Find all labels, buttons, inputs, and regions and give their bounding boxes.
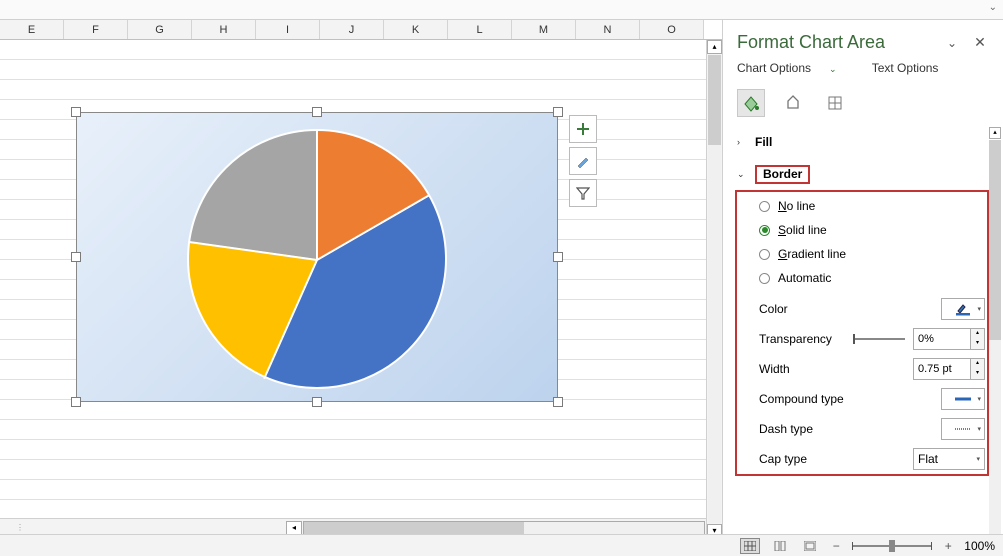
chevron-down-icon: ▾ xyxy=(977,425,981,433)
resize-handle[interactable] xyxy=(553,252,563,262)
col-header[interactable]: K xyxy=(384,20,448,39)
worksheet-area: E F G H I J K L M N O xyxy=(0,20,723,556)
dash-type-picker[interactable]: ▾ xyxy=(941,418,985,440)
col-header[interactable]: H xyxy=(192,20,256,39)
radio-label: o line xyxy=(787,199,816,213)
cap-type-select[interactable]: Flat ▾ xyxy=(913,448,985,470)
sheet-tabs-overflow: ⋮ xyxy=(0,523,286,532)
col-header[interactable]: I xyxy=(256,20,320,39)
scroll-up-icon[interactable]: ▴ xyxy=(707,40,722,54)
close-icon[interactable]: ✕ xyxy=(971,34,989,51)
col-header[interactable]: F xyxy=(64,20,128,39)
chevron-down-icon[interactable]: ⌄ xyxy=(943,36,961,50)
dash-label: Dash type xyxy=(759,422,941,436)
scroll-thumb[interactable] xyxy=(708,55,721,145)
border-label: Border xyxy=(763,167,802,181)
radio-icon xyxy=(759,201,770,212)
resize-handle[interactable] xyxy=(553,397,563,407)
radio-automatic[interactable]: Automatic xyxy=(759,266,985,290)
border-section-header[interactable]: ⌄ Border xyxy=(737,161,987,188)
zoom-in-button[interactable]: + xyxy=(942,539,954,553)
radio-icon xyxy=(759,225,770,236)
scroll-left-icon[interactable]: ◂ xyxy=(286,521,302,535)
chevron-down-icon[interactable]: ⌄ xyxy=(989,2,997,13)
width-input[interactable]: 0.75 pt xyxy=(913,358,971,380)
chevron-right-icon: › xyxy=(737,137,749,147)
compound-label: Compound type xyxy=(759,392,941,406)
radio-no-line[interactable]: No line xyxy=(759,194,985,218)
formula-bar-collapsed: ⌄ xyxy=(0,0,1003,20)
border-options-highlight: No line Solid line Gradient line Au xyxy=(735,190,989,476)
col-header[interactable]: L xyxy=(448,20,512,39)
chevron-down-icon: ⌄ xyxy=(737,169,749,180)
chart-styles-button[interactable] xyxy=(569,147,597,175)
chevron-down-icon: ▾ xyxy=(977,305,981,313)
radio-label: olid line xyxy=(786,223,827,237)
resize-handle[interactable] xyxy=(553,107,563,117)
col-header[interactable]: G xyxy=(128,20,192,39)
cap-label: Cap type xyxy=(759,452,913,466)
resize-handle[interactable] xyxy=(312,397,322,407)
radio-gradient-line[interactable]: Gradient line xyxy=(759,242,985,266)
width-label: Width xyxy=(759,362,913,376)
status-bar: − + 100% xyxy=(0,534,1003,556)
fill-section-header[interactable]: › Fill xyxy=(737,131,987,153)
scroll-thumb[interactable] xyxy=(304,522,524,534)
format-pane: Format Chart Area ⌄ ✕ Chart Options⌄ Tex… xyxy=(723,20,1003,556)
size-category-icon[interactable] xyxy=(821,89,849,117)
fill-label: Fill xyxy=(755,135,772,149)
tab-chart-options[interactable]: Chart Options⌄ xyxy=(737,61,853,75)
embedded-chart[interactable] xyxy=(76,112,558,402)
column-headers: E F G H I J K L M N O xyxy=(0,20,722,40)
pane-scrollbar[interactable]: ▴ ▾ xyxy=(989,127,1001,556)
spinner[interactable]: ▴▾ xyxy=(971,358,985,380)
zoom-out-button[interactable]: − xyxy=(830,539,842,553)
effects-category-icon[interactable] xyxy=(779,89,807,117)
color-label: Color xyxy=(759,302,941,316)
page-break-button[interactable] xyxy=(800,538,820,554)
tab-text-options[interactable]: Text Options xyxy=(872,61,939,75)
zoom-slider[interactable] xyxy=(852,545,932,547)
horizontal-scrollbar[interactable]: ◂ ▸ xyxy=(286,521,722,535)
radio-icon xyxy=(759,249,770,260)
resize-handle[interactable] xyxy=(71,397,81,407)
vertical-scrollbar[interactable]: ▴ ▾ xyxy=(706,40,722,538)
resize-handle[interactable] xyxy=(71,107,81,117)
transparency-slider[interactable] xyxy=(853,338,905,340)
col-header[interactable]: E xyxy=(0,20,64,39)
zoom-level[interactable]: 100% xyxy=(964,539,995,553)
transparency-input[interactable]: 0% xyxy=(913,328,971,350)
chart-elements-button[interactable] xyxy=(569,115,597,143)
color-picker[interactable]: ▾ xyxy=(941,298,985,320)
radio-icon xyxy=(759,273,770,284)
col-header[interactable]: O xyxy=(640,20,704,39)
scroll-thumb[interactable] xyxy=(989,140,1001,340)
chart-filters-button[interactable] xyxy=(569,179,597,207)
normal-view-button[interactable] xyxy=(740,538,760,554)
fill-line-category-icon[interactable] xyxy=(737,89,765,117)
transparency-label: Transparency xyxy=(759,332,853,346)
compound-type-picker[interactable]: ▾ xyxy=(941,388,985,410)
radio-solid-line[interactable]: Solid line xyxy=(759,218,985,242)
cell-grid[interactable] xyxy=(0,40,722,518)
col-header[interactable]: M xyxy=(512,20,576,39)
chevron-down-icon: ▾ xyxy=(977,395,981,403)
page-layout-button[interactable] xyxy=(770,538,790,554)
radio-label: radient line xyxy=(787,247,846,261)
pane-title: Format Chart Area xyxy=(737,32,943,53)
pie-chart[interactable] xyxy=(187,129,447,389)
col-header[interactable]: N xyxy=(576,20,640,39)
radio-label: Automatic xyxy=(778,268,831,288)
scroll-up-icon[interactable]: ▴ xyxy=(989,127,1001,139)
spinner[interactable]: ▴▾ xyxy=(971,328,985,350)
resize-handle[interactable] xyxy=(312,107,322,117)
chevron-down-icon: ▾ xyxy=(976,455,980,463)
col-header[interactable]: J xyxy=(320,20,384,39)
resize-handle[interactable] xyxy=(71,252,81,262)
